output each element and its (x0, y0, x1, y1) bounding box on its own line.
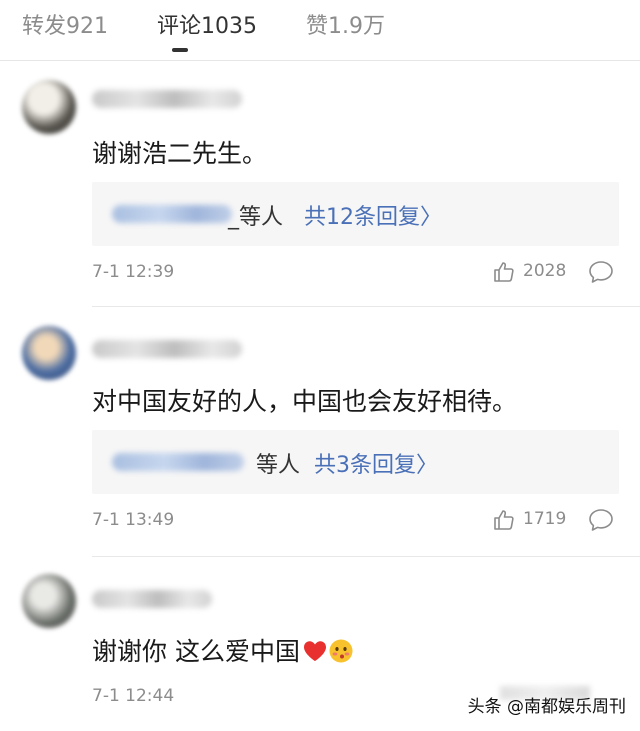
divider (92, 556, 640, 557)
reply-users-blurred (112, 453, 244, 471)
comment-time: 7-1 12:39 (92, 262, 175, 282)
thumbs-up-icon (494, 510, 514, 530)
avatar[interactable] (22, 574, 76, 628)
comment-tabs: 转发921 评论1035 赞1.9万 (0, 0, 640, 61)
thumbs-up-icon (494, 262, 514, 282)
chevron-right-icon: 〉 (420, 205, 443, 230)
avatar[interactable] (22, 80, 76, 134)
blushing-face-icon (329, 639, 353, 663)
reply-users-label: 等人 (256, 453, 301, 478)
tab-repost[interactable]: 转发921 (22, 8, 108, 40)
comment-item: 谢谢浩二先生。 _等人 共12条回复〉 7-1 12:39 2028 (0, 68, 640, 308)
comment-time: 7-1 13:49 (92, 510, 175, 530)
chevron-right-icon: 〉 (416, 453, 439, 478)
watermark: 头条 @南都娱乐周刊 (467, 697, 626, 717)
comment-text: 谢谢浩二先生。 (92, 139, 268, 168)
tab-comments[interactable]: 评论1035 (157, 8, 257, 40)
tab-likes[interactable]: 赞1.9万 (306, 8, 385, 40)
like-count: 2028 (523, 261, 567, 281)
active-tab-indicator (172, 48, 188, 52)
comment-text: 对中国友好的人，中国也会友好相待。 (92, 387, 518, 416)
username-blurred[interactable] (92, 90, 242, 108)
reply-count-link[interactable]: 共3条回复〉 (314, 447, 438, 479)
comment-time: 7-1 12:44 (92, 686, 175, 706)
reply-users-label: _等人 (228, 205, 284, 230)
chat-bubble-icon[interactable] (588, 260, 614, 284)
username-blurred[interactable] (92, 340, 242, 358)
reply-users-blurred (112, 205, 232, 223)
reply-summary[interactable]: _等人 共12条回复〉 (92, 182, 619, 246)
reply-count-link[interactable]: 共12条回复〉 (304, 199, 442, 231)
reply-summary[interactable]: 等人 共3条回复〉 (92, 430, 619, 494)
like-count: 1719 (523, 509, 567, 529)
chat-bubble-icon[interactable] (588, 508, 614, 532)
heart-icon (303, 641, 326, 661)
username-blurred[interactable] (92, 590, 212, 608)
comment-text: 谢谢你 这么爱中国 (92, 632, 354, 668)
comment-item: 对中国友好的人，中国也会友好相待。 等人 共3条回复〉 7-1 13:49 17… (0, 314, 640, 558)
avatar[interactable] (22, 326, 76, 380)
divider (92, 306, 640, 307)
